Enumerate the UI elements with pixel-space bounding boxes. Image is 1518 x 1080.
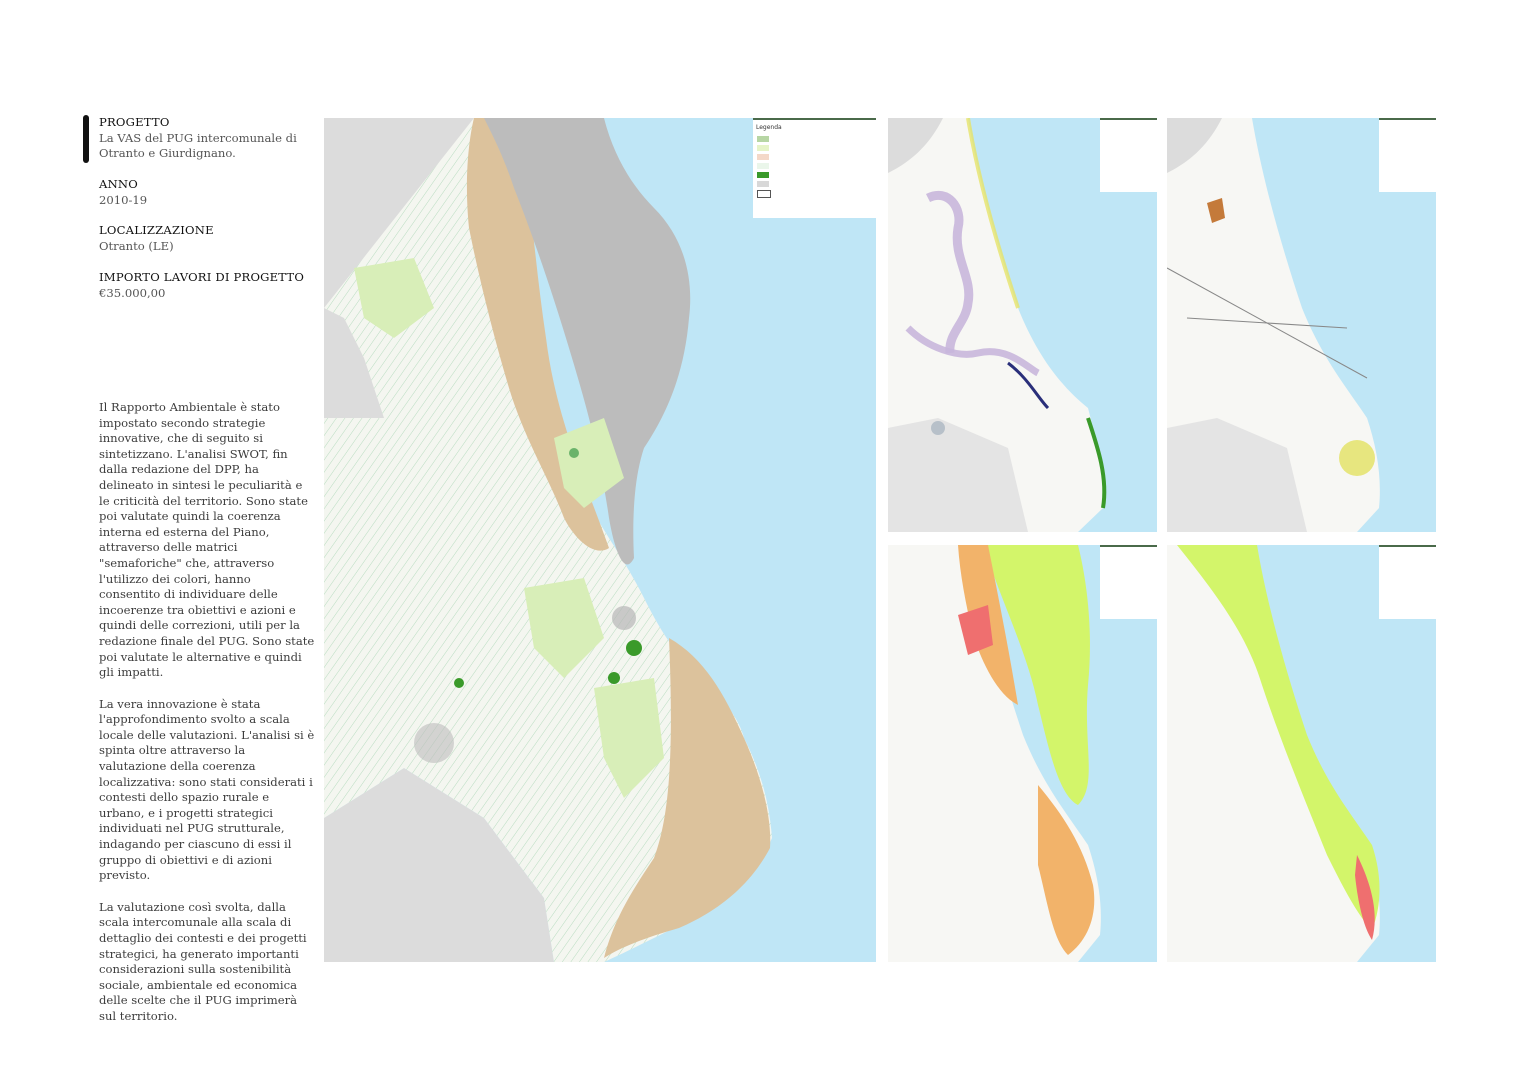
legend-swatch-1 bbox=[757, 136, 769, 142]
progetto-label: PROGETTO bbox=[99, 115, 170, 129]
localizzazione-value: Otranto (LE) bbox=[99, 238, 174, 253]
legend-title: Legenda bbox=[756, 124, 782, 131]
legend-swatch-6 bbox=[757, 181, 769, 187]
importo-value: €35.000,00 bbox=[99, 285, 166, 300]
town-giurdignano bbox=[414, 723, 454, 763]
project-site-2 bbox=[608, 672, 620, 684]
main-map[interactable]: Legenda bbox=[324, 118, 876, 962]
legend-swatch-7 bbox=[757, 190, 771, 198]
info-importo: IMPORTO LAVORI DI PROGETTO €35.000,00 bbox=[99, 270, 314, 301]
accent-bar bbox=[83, 115, 89, 163]
legend-swatch-5 bbox=[757, 172, 769, 178]
town bbox=[931, 421, 945, 435]
anno-value: 2010-19 bbox=[99, 192, 148, 207]
description: Il Rapporto Ambientale è stato impostato… bbox=[99, 400, 315, 1041]
localizzazione-label: LOCALIZZAZIONE bbox=[99, 223, 214, 237]
town-otranto bbox=[612, 606, 636, 630]
main-map-svg bbox=[324, 118, 876, 962]
map-bottom-middle-legend bbox=[1100, 545, 1157, 619]
info-anno: ANNO 2010-19 bbox=[99, 177, 314, 208]
map-top-middle-legend bbox=[1100, 118, 1157, 192]
map-bottom-right-legend bbox=[1379, 545, 1436, 619]
project-site-3 bbox=[454, 678, 464, 688]
progetto-value: La VAS del PUG intercomunale di Otranto … bbox=[99, 130, 297, 161]
description-paragraph-1: Il Rapporto Ambientale è stato impostato… bbox=[99, 400, 315, 680]
importo-label: IMPORTO LAVORI DI PROGETTO bbox=[99, 270, 305, 284]
map-top-right-legend bbox=[1379, 118, 1436, 192]
info-progetto: PROGETTO La VAS del PUG intercomunale di… bbox=[99, 115, 314, 162]
legend-swatch-4 bbox=[757, 163, 769, 169]
legend-swatch-2 bbox=[757, 145, 769, 151]
map-bottom-right[interactable] bbox=[1167, 545, 1436, 962]
anno-label: ANNO bbox=[99, 177, 138, 191]
map-top-middle[interactable] bbox=[888, 118, 1157, 532]
info-localizzazione: LOCALIZZAZIONE Otranto (LE) bbox=[99, 223, 314, 254]
project-site-1 bbox=[626, 640, 642, 656]
yellow-area bbox=[1339, 440, 1375, 476]
map-top-right[interactable] bbox=[1167, 118, 1436, 532]
legend-swatch-3 bbox=[757, 154, 769, 160]
project-site-4 bbox=[569, 448, 579, 458]
legend-swatches bbox=[757, 136, 876, 198]
main-map-legend: Legenda bbox=[753, 118, 876, 218]
description-paragraph-3: La valutazione così svolta, dalla scala … bbox=[99, 899, 307, 1023]
map-bottom-middle[interactable] bbox=[888, 545, 1157, 962]
description-paragraph-2: La vera innovazione è stata l'approfondi… bbox=[99, 696, 315, 883]
